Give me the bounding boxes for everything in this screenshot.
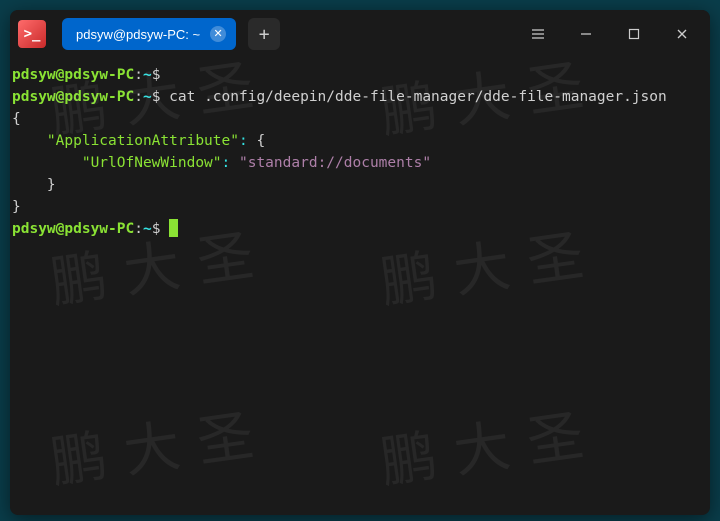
maximize-button[interactable] <box>614 14 654 54</box>
prompt-user: pdsyw@pdsyw-PC <box>12 221 134 237</box>
prompt-symbol: $ <box>152 221 161 237</box>
terminal-window: >_ pdsyw@pdsyw-PC: ~ ✕ + <box>10 10 710 515</box>
titlebar: >_ pdsyw@pdsyw-PC: ~ ✕ + <box>10 10 710 58</box>
prompt-line: pdsyw@pdsyw-PC:~$ cat .config/deepin/dde… <box>12 86 708 108</box>
menu-button[interactable] <box>518 14 558 54</box>
prompt-sep: : <box>134 67 143 83</box>
tab-active[interactable]: pdsyw@pdsyw-PC: ~ ✕ <box>62 18 236 50</box>
prompt-line: pdsyw@pdsyw-PC:~$ <box>12 64 708 86</box>
prompt-cwd: ~ <box>143 89 152 105</box>
cursor <box>169 219 178 237</box>
prompt-sep: : <box>134 221 143 237</box>
terminal-body[interactable]: 鹏大圣 鹏大圣 鹏大圣 鹏大圣 鹏大圣 鹏大圣 pdsyw@pdsyw-PC:~… <box>10 58 710 515</box>
watermark: 鹏大圣 <box>50 243 273 296</box>
prompt-cwd: ~ <box>143 67 152 83</box>
prompt-cwd: ~ <box>143 221 152 237</box>
output-line: } <box>12 196 708 218</box>
command-text: cat .config/deepin/dde-file-manager/dde-… <box>169 89 667 105</box>
output-line: "ApplicationAttribute": { <box>12 130 708 152</box>
prompt-user: pdsyw@pdsyw-PC <box>12 67 134 83</box>
close-icon <box>675 27 689 41</box>
window-controls <box>518 14 702 54</box>
tab-close-icon[interactable]: ✕ <box>210 26 226 42</box>
minimize-icon <box>579 27 593 41</box>
terminal-app-icon: >_ <box>18 20 46 48</box>
hamburger-icon <box>531 27 545 41</box>
tab-label: pdsyw@pdsyw-PC: ~ <box>76 27 200 42</box>
prompt-symbol: $ <box>152 67 161 83</box>
new-tab-button[interactable]: + <box>248 18 280 50</box>
output-line: } <box>12 174 708 196</box>
plus-icon: + <box>259 24 270 45</box>
prompt-symbol: $ <box>152 89 161 105</box>
minimize-button[interactable] <box>566 14 606 54</box>
close-button[interactable] <box>662 14 702 54</box>
prompt-user: pdsyw@pdsyw-PC <box>12 89 134 105</box>
prompt-line: pdsyw@pdsyw-PC:~$ <box>12 218 708 240</box>
maximize-icon <box>627 27 641 41</box>
output-line: { <box>12 108 708 130</box>
watermark: 鹏大圣 <box>50 423 273 476</box>
prompt-sep: : <box>134 89 143 105</box>
output-line: "UrlOfNewWindow": "standard://documents" <box>12 152 708 174</box>
watermark: 鹏大圣 <box>380 423 603 476</box>
watermark: 鹏大圣 <box>380 243 603 296</box>
